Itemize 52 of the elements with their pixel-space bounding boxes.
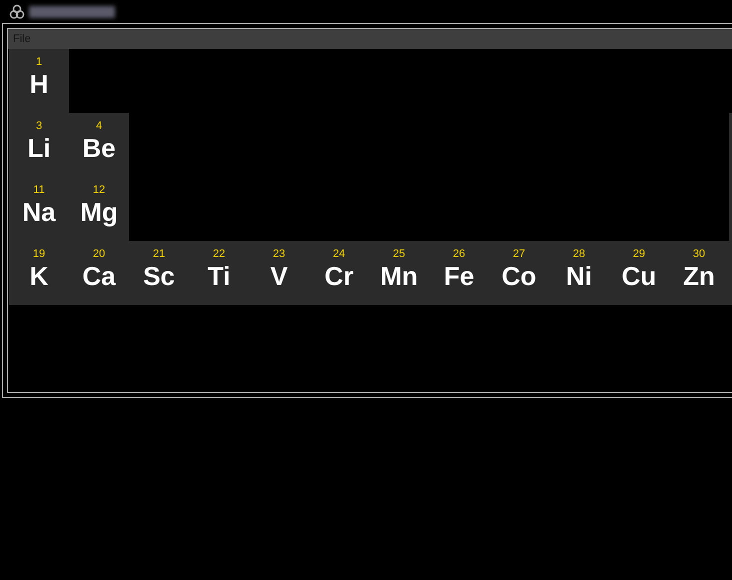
- atomic-number: 19: [32, 248, 46, 261]
- element-tile[interactable]: 19 K: [9, 241, 69, 305]
- atomic-number: 20: [92, 248, 106, 261]
- app-icon: [9, 4, 25, 20]
- atomic-number: 28: [572, 248, 586, 261]
- atomic-number: 1: [36, 56, 42, 69]
- element-tile[interactable]: 21 Sc: [129, 241, 189, 305]
- element-symbol: Mg: [80, 197, 118, 227]
- element-symbol: V: [270, 261, 288, 291]
- element-tile[interactable]: 22 Ti: [189, 241, 249, 305]
- atomic-number: 4: [96, 120, 102, 133]
- element-symbol: Be: [82, 133, 116, 163]
- element-tile[interactable]: 12 Mg: [69, 177, 129, 241]
- element-tile[interactable]: 3 Li: [9, 113, 69, 177]
- element-tile[interactable]: 29 Cu: [609, 241, 669, 305]
- atomic-number: 11: [33, 184, 45, 197]
- element-symbol: Ca: [82, 261, 116, 291]
- element-symbol: Li: [27, 133, 51, 163]
- atomic-number: 3: [36, 120, 42, 133]
- element-tile[interactable]: 26 Fe: [429, 241, 489, 305]
- atomic-number: 29: [632, 248, 646, 261]
- atomic-number: 22: [212, 248, 226, 261]
- element-symbol: Cu: [622, 261, 656, 291]
- element-symbol: K: [30, 261, 48, 291]
- atomic-number: 30: [692, 248, 706, 261]
- atomic-number: 25: [392, 248, 406, 261]
- element-tile[interactable]: 24 Cr: [309, 241, 369, 305]
- element-symbol: H: [30, 69, 48, 99]
- element-tile[interactable]: 30 Zn: [669, 241, 729, 305]
- element-symbol: Co: [502, 261, 536, 291]
- element-tile[interactable]: 4 Be: [69, 113, 129, 177]
- element-symbol: Mn: [380, 261, 418, 291]
- atomic-number: 21: [152, 248, 166, 261]
- atomic-number: 12: [92, 184, 106, 197]
- element-tile[interactable]: 11 Na: [9, 177, 69, 241]
- atomic-number: 24: [332, 248, 346, 261]
- atomic-number: 23: [272, 248, 286, 261]
- element-symbol: Sc: [143, 261, 175, 291]
- element-tile[interactable]: 20 Ca: [69, 241, 129, 305]
- element-symbol: Ni: [566, 261, 592, 291]
- element-tile[interactable]: 27 Co: [489, 241, 549, 305]
- atomic-number: 26: [452, 248, 466, 261]
- element-symbol: Cr: [324, 261, 354, 291]
- element-symbol: Fe: [444, 261, 474, 291]
- element-tile[interactable]: 1 H: [9, 49, 69, 113]
- element-symbol: Na: [22, 197, 56, 227]
- atomic-number: 27: [512, 248, 526, 261]
- element-tile[interactable]: 28 Ni: [549, 241, 609, 305]
- element-tile[interactable]: 23 V: [249, 241, 309, 305]
- element-symbol: Ti: [208, 261, 230, 291]
- element-symbol: Zn: [683, 261, 715, 291]
- element-tile[interactable]: 25 Mn: [369, 241, 429, 305]
